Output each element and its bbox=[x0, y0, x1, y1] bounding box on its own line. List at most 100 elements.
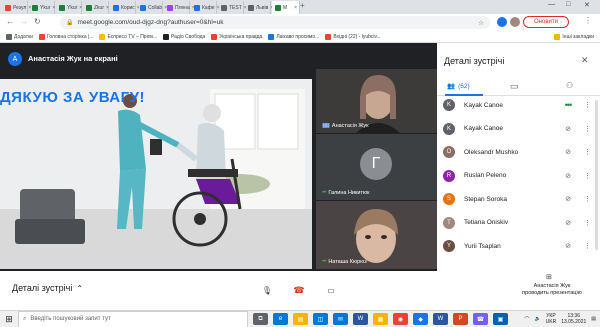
bookmark-item[interactable]: Додатки bbox=[6, 33, 33, 40]
browser-tab[interactable]: Резул × bbox=[2, 1, 31, 14]
maximize-button[interactable]: □ bbox=[566, 1, 570, 8]
browser-tab[interactable]: Zkur × bbox=[83, 1, 109, 14]
bookmark-item[interactable]: Українська правда bbox=[211, 33, 262, 40]
speaking-indicator-icon: ▮▮▮ bbox=[322, 123, 330, 129]
bookmark-item[interactable]: Лаікаво просимо... bbox=[268, 33, 319, 40]
viber-icon[interactable]: ☎ bbox=[473, 313, 488, 325]
browser-tab[interactable]: TEST × bbox=[218, 1, 247, 14]
edge-icon[interactable]: e bbox=[273, 313, 288, 325]
browser-tab[interactable]: Корис × bbox=[110, 1, 140, 14]
participant-name: Yurii Tsaplan bbox=[464, 242, 501, 250]
powerpoint-icon[interactable]: P bbox=[453, 313, 468, 325]
participant-tile[interactable]: ••• Наташа Кюрюз bbox=[316, 201, 437, 269]
search-placeholder: Введіть пошуковий запит тут bbox=[30, 316, 111, 322]
photos-icon[interactable]: ▣ bbox=[493, 313, 508, 325]
more-options-icon[interactable]: ⋮ bbox=[584, 242, 591, 250]
bookmark-item[interactable]: Головна сторінка |... bbox=[38, 33, 93, 40]
bookmark-item[interactable]: Вхідні (22) - lyubciv... bbox=[325, 33, 381, 40]
app-blue-icon[interactable]: ◆ bbox=[413, 313, 428, 325]
extension-icon[interactable] bbox=[497, 17, 507, 27]
browser-menu-icon[interactable]: ⋮ bbox=[584, 16, 592, 25]
browser-tab[interactable]: Кафе × bbox=[191, 1, 220, 14]
more-options-icon[interactable]: ⋮ bbox=[584, 172, 591, 180]
bookmark-star-icon[interactable]: ☆ bbox=[478, 19, 484, 27]
bookmark-item[interactable]: Еспресо TV – Прем... bbox=[99, 33, 157, 40]
tab-label: Львів bbox=[256, 4, 269, 11]
word-icon[interactable]: W bbox=[353, 313, 368, 325]
minimize-button[interactable]: — bbox=[548, 1, 555, 8]
close-tab-icon[interactable]: × bbox=[52, 5, 55, 11]
close-tab-icon[interactable]: × bbox=[294, 5, 297, 11]
bookmark-item[interactable]: Радіо Свобода bbox=[162, 33, 205, 40]
reload-icon[interactable]: ↻ bbox=[34, 17, 41, 26]
participant-row[interactable]: Y Yurii Tsaplan ⊘ ⋮ bbox=[440, 237, 591, 255]
more-options-icon[interactable]: ⋮ bbox=[584, 148, 591, 156]
panel-scrollbar[interactable] bbox=[595, 100, 598, 250]
forward-icon[interactable]: → bbox=[20, 17, 28, 26]
tab-favicon-icon bbox=[59, 4, 65, 11]
tile-name-label: ▮▮▮ Анастасія Жук bbox=[322, 122, 369, 130]
close-panel-button[interactable]: ✕ bbox=[581, 55, 589, 66]
start-button[interactable]: ⊞ bbox=[0, 311, 18, 327]
browser-tab[interactable]: Collab × bbox=[137, 1, 167, 14]
browser-tab[interactable]: Плена× bbox=[164, 1, 195, 14]
tab-activities[interactable]: ⚇ bbox=[566, 81, 573, 90]
camera-button[interactable]: ▭ bbox=[322, 281, 340, 299]
present-icon[interactable]: ⊞ bbox=[546, 273, 552, 281]
participant-tile[interactable]: Г ••• Галина Никитюк bbox=[316, 134, 437, 200]
mic-muted-icon[interactable]: ⊘ bbox=[562, 172, 574, 180]
more-options-icon[interactable]: ⋮ bbox=[584, 125, 591, 133]
participant-row[interactable]: K Kayak Canoe ⊘ ⋮ bbox=[440, 120, 591, 138]
tab-label: Ykur bbox=[40, 4, 51, 11]
tab-favicon-icon bbox=[167, 4, 173, 11]
participant-row[interactable]: O Oleksandr Mushko ⊘ ⋮ bbox=[440, 143, 591, 161]
chrome-icon[interactable]: ◉ bbox=[393, 313, 408, 325]
browser-tab[interactable]: Ykur × bbox=[56, 1, 82, 14]
mic-muted-icon[interactable]: ⊘ bbox=[562, 148, 574, 156]
participant-row[interactable]: R Ruslan Peleno ⊘ ⋮ bbox=[440, 167, 591, 185]
mic-muted-icon[interactable]: ⊘ bbox=[562, 219, 574, 227]
explorer-icon[interactable]: ▤ bbox=[293, 313, 308, 325]
clock[interactable]: 13:36 13.05.2021 bbox=[561, 313, 586, 325]
files-icon[interactable]: ▦ bbox=[373, 313, 388, 325]
mic-muted-icon[interactable]: ⊘ bbox=[562, 125, 574, 133]
back-icon[interactable]: ← bbox=[6, 17, 14, 26]
browser-tab[interactable]: Ykur × bbox=[29, 1, 55, 14]
browser-tab[interactable]: Львів× bbox=[245, 1, 273, 14]
other-bookmarks[interactable]: Інші закладки bbox=[554, 33, 594, 40]
close-window-button[interactable]: ✕ bbox=[584, 1, 590, 9]
task-view-icon[interactable]: ⧉ bbox=[253, 313, 268, 325]
close-tab-icon[interactable]: × bbox=[79, 5, 82, 11]
new-tab-button[interactable]: + bbox=[300, 1, 305, 10]
store-icon[interactable]: ◫ bbox=[313, 313, 328, 325]
close-tab-icon[interactable]: × bbox=[106, 5, 109, 11]
participant-row[interactable]: T Tetiana Oniskiv ⊘ ⋮ bbox=[440, 214, 591, 232]
browser-tab[interactable]: M × bbox=[272, 1, 300, 14]
participant-tile[interactable]: ▮▮▮ Анастасія Жук bbox=[316, 69, 437, 133]
participant-row[interactable]: S Stepan Soroka ⊘ ⋮ bbox=[440, 190, 591, 208]
leave-call-button[interactable]: ☎ bbox=[290, 281, 308, 299]
meeting-details-toggle[interactable]: Деталі зустрічі ⌃ bbox=[12, 283, 83, 293]
profile-avatar[interactable] bbox=[510, 17, 520, 27]
participant-row[interactable]: K Kayak Canoe ••• ⋮ bbox=[440, 96, 591, 114]
more-options-icon[interactable]: ⋮ bbox=[584, 219, 591, 227]
taskbar-search[interactable]: ⌕ Введіть пошуковий запит тут bbox=[18, 310, 248, 327]
mic-button[interactable]: 🎙 bbox=[258, 281, 276, 299]
mic-muted-icon[interactable]: ⊘ bbox=[562, 242, 574, 250]
network-icon[interactable]: ⌒ bbox=[524, 316, 529, 323]
presenting-status[interactable]: Анастасія Жук проводить презентацію bbox=[507, 283, 597, 297]
mic-muted-icon[interactable]: ⊘ bbox=[562, 195, 574, 203]
tab-chat[interactable]: ▭ bbox=[510, 81, 519, 92]
notifications-icon[interactable]: ▤ bbox=[591, 316, 596, 322]
update-browser-button[interactable]: Оновити bbox=[523, 16, 569, 28]
more-options-icon[interactable]: ⋮ bbox=[584, 101, 591, 109]
url-field[interactable]: 🔒 meet.google.com/oud-djgz-dng?authuser=… bbox=[60, 16, 490, 29]
language-indicator[interactable]: УКР UKR bbox=[546, 313, 557, 325]
mail-icon[interactable]: ✉ bbox=[333, 313, 348, 325]
tab-favicon-icon bbox=[86, 4, 92, 11]
more-options-icon[interactable]: ⋮ bbox=[584, 195, 591, 203]
tab-people[interactable]: 👥 (62) bbox=[447, 82, 470, 91]
volume-icon[interactable]: 🔈 bbox=[534, 316, 540, 322]
word2-icon[interactable]: W bbox=[433, 313, 448, 325]
bookmarks-bar: Додатки Головна сторінка |... Еспресо TV –… bbox=[0, 31, 600, 43]
